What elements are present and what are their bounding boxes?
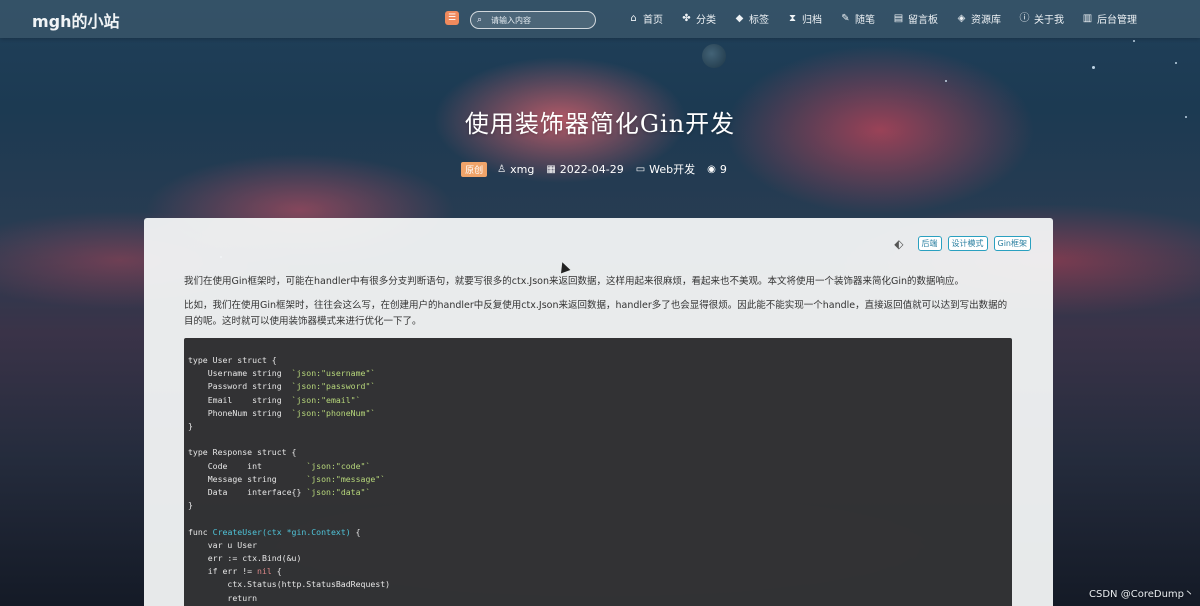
nav-item-1[interactable]: ✤ 分类 <box>681 11 716 26</box>
code-line: Email string `json:"email"` <box>188 394 361 405</box>
post-meta: 原创 ♙ xmg ▦ 2022-04-29 ▭ Web开发 ◉ 9 <box>0 161 1200 177</box>
code-line: PhoneNum string `json:"phoneNum"` <box>188 407 376 418</box>
clipboard-icon: ▥ <box>1082 13 1093 24</box>
code-line: var u User <box>188 539 258 550</box>
code-line: } <box>188 421 193 432</box>
tag-backend[interactable]: 后端 <box>917 236 942 251</box>
top-navbar: mgh的小站 ☰ ⌕ ⌂ 首页 ✤ 分类 ◆ 标签 ⧗ 归档 ✎ 随笔 ▤ 留言板 ◈ 资源库 ⓘ 关于我 ▥ 后… <box>0 0 1200 38</box>
post-author[interactable]: ♙ xmg <box>497 163 534 176</box>
nav-item-label: 后台管理 <box>1097 15 1137 26</box>
article-card: ⬖ 后端 设计模式 Gin框架 我们在使用Gin框架时，可能在handler中有… <box>144 218 1053 606</box>
code-block: type User struct { Username string `json… <box>184 338 1012 606</box>
folder-icon: ▭ <box>635 163 646 175</box>
code-line: err := ctx.Bind(&u) <box>188 553 302 564</box>
code-line: return <box>188 592 258 603</box>
site-brand[interactable]: mgh的小站 <box>32 8 120 32</box>
article-paragraph: 比如，我们在使用Gin框架时，往往会这么写，在创建用户的handler中反复使用… <box>184 300 1008 327</box>
post-date: ▦ 2022-04-29 <box>546 163 623 176</box>
user-icon: ♙ <box>497 163 507 175</box>
code-line: Password string `json:"password"` <box>188 381 376 392</box>
menu-toggle-icon[interactable]: ☰ <box>445 11 459 25</box>
nav-item-3[interactable]: ⧗ 归档 <box>787 11 822 26</box>
search-box[interactable]: ⌕ <box>470 11 596 29</box>
nav-item-label: 分类 <box>696 15 716 26</box>
post-category[interactable]: ▭ Web开发 <box>636 161 695 177</box>
code-line: } <box>188 500 193 511</box>
nav-item-label: 资源库 <box>971 15 1001 26</box>
code-line: Data interface{} `json:"data"` <box>188 487 371 498</box>
code-content: type User struct { Username string `json… <box>184 338 1012 605</box>
code-line: Username string `json:"username"` <box>188 368 376 379</box>
book-icon: ▤ <box>893 13 904 24</box>
tags-icon: ⬖ <box>894 236 904 251</box>
code-line: func CreateUser(ctx *gin.Context) { <box>188 526 361 537</box>
nav-item-6[interactable]: ◈ 资源库 <box>956 11 1001 26</box>
post-title: 使用装饰器简化Gin开发 <box>464 110 736 138</box>
home-icon: ⌂ <box>630 13 637 24</box>
code-line: Message string `json:"message"` <box>188 473 386 484</box>
info-icon: ⓘ <box>1019 13 1030 24</box>
nav-item-label: 标签 <box>749 15 769 26</box>
watermark: CSDN @CoreDump丶 <box>1089 589 1194 600</box>
nav-item-label: 关于我 <box>1034 15 1064 26</box>
tag-icon: ◆ <box>735 13 744 24</box>
nav-menu: ⌂ 首页 ✤ 分类 ◆ 标签 ⧗ 归档 ✎ 随笔 ▤ 留言板 ◈ 资源库 ⓘ 关于我 ▥ 后台管理 <box>628 11 1155 26</box>
post-views: ◉ 9 <box>707 163 727 176</box>
eye-icon: ◉ <box>707 163 716 175</box>
views-count: 9 <box>719 162 727 176</box>
author-name: xmg <box>510 162 535 176</box>
code-line: Code int `json:"code"` <box>188 460 371 471</box>
tag-design-pattern[interactable]: 设计模式 <box>947 236 988 251</box>
code-line: ctx.Status(http.StatusBadRequest) <box>188 579 391 590</box>
nav-item-8[interactable]: ▥ 后台管理 <box>1082 11 1137 26</box>
nav-item-label: 随笔 <box>855 15 875 26</box>
original-badge: 原创 <box>461 161 488 177</box>
code-line: if err != nil { <box>188 566 282 577</box>
stack-icon: ◈ <box>957 13 966 24</box>
search-icon: ⌕ <box>477 15 483 25</box>
hourglass-icon: ⧗ <box>788 13 797 24</box>
code-line: type User struct { <box>188 355 277 365</box>
article-paragraph: 我们在使用Gin框架时，可能在handler中有很多分支判断语句，就要写很多的c… <box>184 276 965 287</box>
nav-item-5[interactable]: ▤ 留言板 <box>893 11 938 26</box>
nav-item-label: 留言板 <box>908 15 938 26</box>
code-line: type Response struct { <box>188 447 297 458</box>
nav-item-2[interactable]: ◆ 标签 <box>734 11 769 26</box>
tag-list: ⬖ 后端 设计模式 Gin框架 <box>894 236 1031 251</box>
date-text: 2022-04-29 <box>559 162 624 176</box>
calendar-icon: ▦ <box>546 163 556 175</box>
grid-icon: ✤ <box>682 13 691 24</box>
pen-icon: ✎ <box>841 13 850 24</box>
nav-item-7[interactable]: ⓘ 关于我 <box>1019 11 1065 26</box>
nav-item-4[interactable]: ✎ 随笔 <box>840 11 875 26</box>
category-text: Web开发 <box>649 163 696 176</box>
nav-item-label: 归档 <box>802 15 822 26</box>
nav-item-label: 首页 <box>643 15 663 26</box>
nav-item-0[interactable]: ⌂ 首页 <box>628 11 663 26</box>
search-input[interactable] <box>487 15 595 25</box>
moon-decoration <box>702 44 726 68</box>
tag-gin[interactable]: Gin框架 <box>993 236 1031 251</box>
